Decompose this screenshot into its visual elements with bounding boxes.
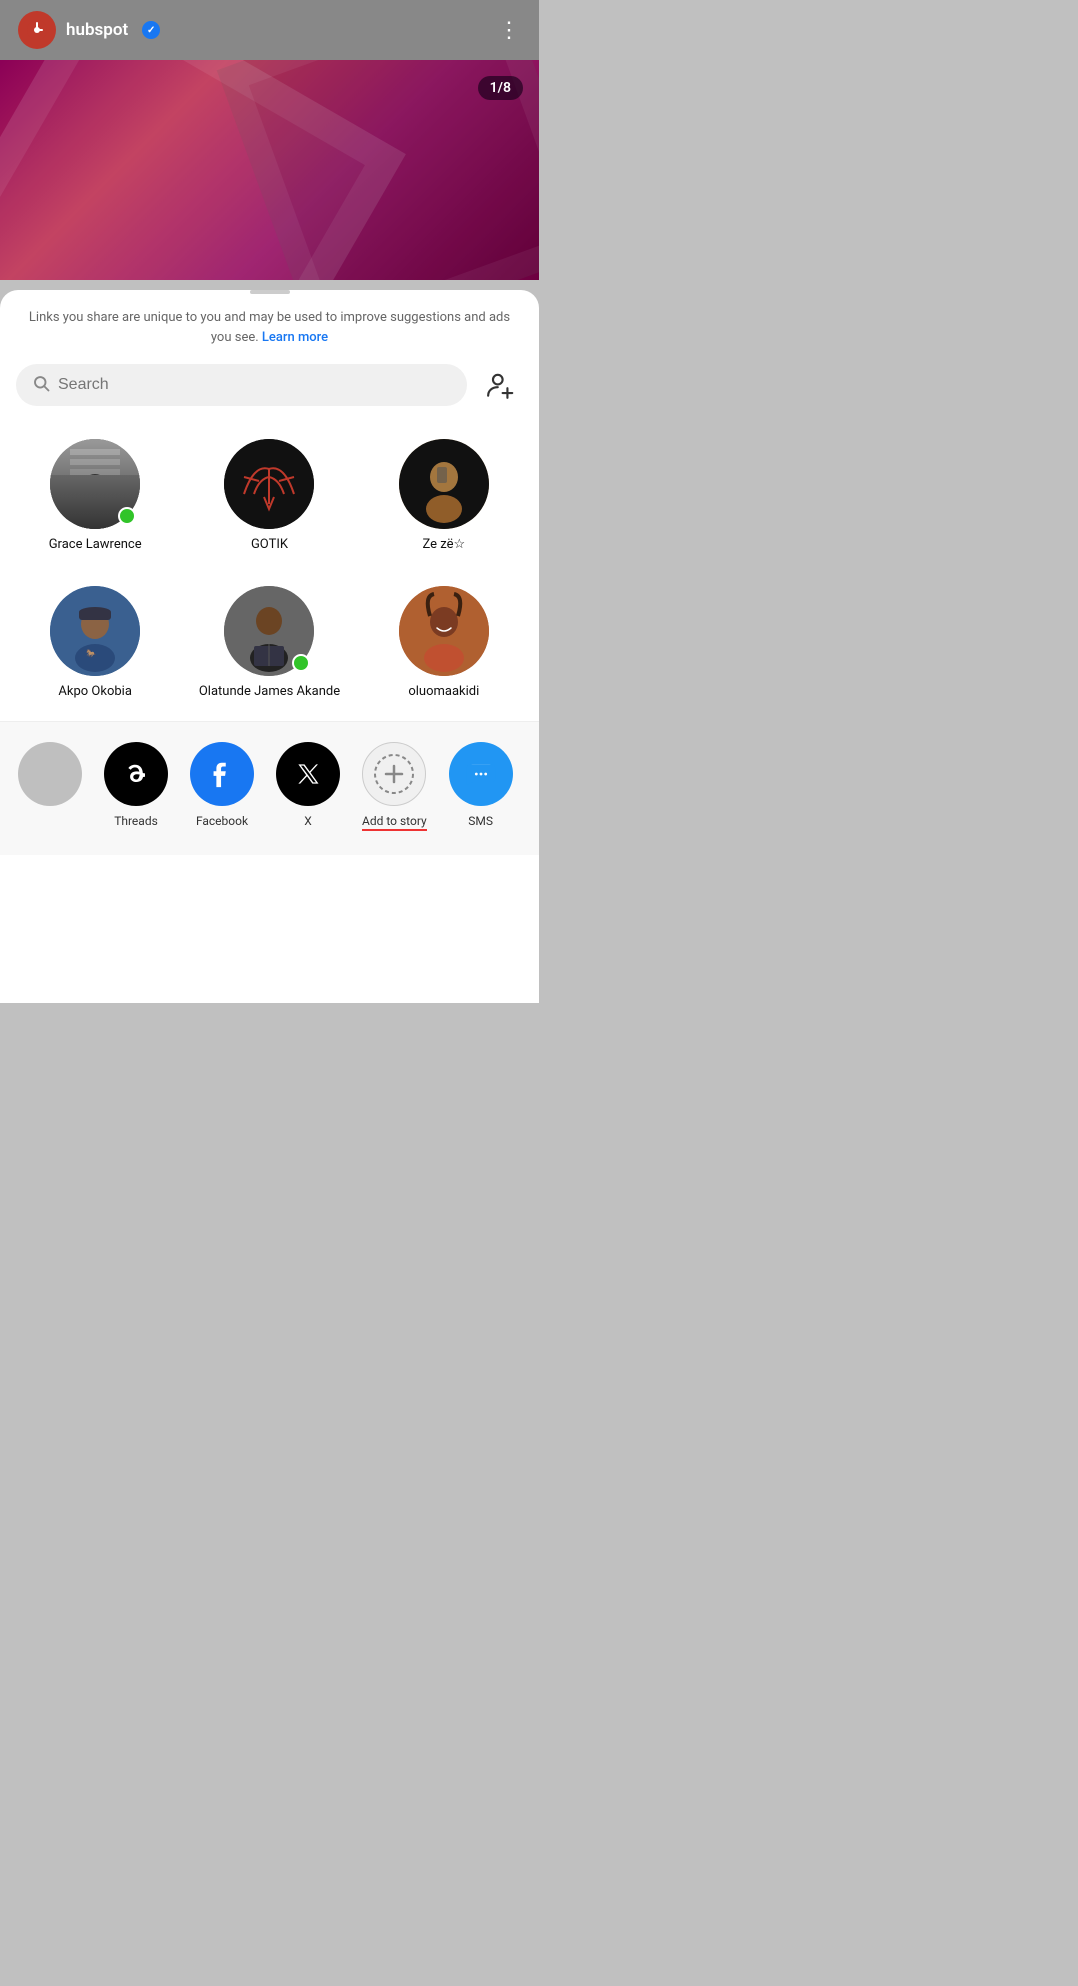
contact-avatar-wrapper	[224, 586, 314, 676]
brand-name: hubspot	[66, 20, 128, 40]
contact-name: Akpo Okobia	[58, 684, 132, 701]
share-label: Add to story	[362, 814, 427, 831]
facebook-icon	[190, 742, 254, 806]
brand-avatar[interactable]	[18, 11, 56, 49]
search-icon	[32, 374, 50, 396]
brand-section: hubspot	[18, 11, 160, 49]
contact-name: Grace Lawrence	[49, 537, 142, 554]
contact-item[interactable]: Olatunde James Akande	[182, 574, 356, 721]
share-label: Facebook	[196, 814, 248, 828]
contact-avatar	[399, 439, 489, 529]
contact-name: Ze zë☆	[422, 537, 465, 554]
contact-item[interactable]: oluomaakidi	[357, 574, 531, 721]
learn-more-link[interactable]: Learn more	[262, 330, 328, 345]
search-row	[0, 363, 539, 427]
contact-avatar	[399, 586, 489, 676]
contact-name: oluomaakidi	[408, 684, 479, 701]
contact-avatar-wrapper	[50, 439, 140, 529]
share-item-add-to-story[interactable]: Add to story	[354, 738, 435, 835]
share-row: Threads Facebook X	[0, 738, 539, 835]
online-indicator	[292, 654, 310, 672]
top-bar: hubspot ⋮	[0, 0, 539, 60]
share-item-facebook[interactable]: Facebook	[182, 738, 262, 832]
contact-avatar-wrapper	[399, 439, 489, 529]
menu-icon[interactable]: ⋮	[498, 18, 521, 43]
contact-avatar-wrapper	[224, 439, 314, 529]
share-row-container: Threads Facebook X	[0, 721, 539, 855]
contact-avatar: 🐎	[50, 586, 140, 676]
contact-name: Olatunde James Akande	[199, 684, 340, 701]
contact-avatar-wrapper: 🐎	[50, 586, 140, 676]
share-item-sms[interactable]: SMS	[441, 738, 521, 832]
contact-avatar	[224, 439, 314, 529]
svg-text:🐎: 🐎	[86, 649, 96, 658]
contact-item[interactable]: GOTIK	[182, 427, 356, 574]
contact-avatar-wrapper	[399, 586, 489, 676]
share-item-x[interactable]: X	[268, 738, 348, 832]
contact-item[interactable]: Ze zë☆	[357, 427, 531, 574]
share-label: X	[304, 814, 312, 828]
share-label: SMS	[468, 814, 493, 828]
privacy-notice: Links you share are unique to you and ma…	[0, 308, 539, 363]
share-item-partial[interactable]	[10, 738, 90, 810]
contact-item[interactable]: Grace Lawrence	[8, 427, 182, 574]
share-item-threads[interactable]: Threads	[96, 738, 176, 832]
slide-counter: 1/8	[478, 76, 523, 100]
hero-image: 1/8	[0, 60, 539, 280]
search-input[interactable]	[58, 376, 451, 394]
drag-handle[interactable]	[250, 290, 290, 294]
sms-icon	[449, 742, 513, 806]
x-icon	[276, 742, 340, 806]
share-label: Threads	[114, 814, 158, 828]
bottom-sheet: Links you share are unique to you and ma…	[0, 290, 539, 1003]
contacts-grid: Grace Lawrence	[0, 427, 539, 721]
add-to-story-icon	[362, 742, 426, 806]
add-friend-button[interactable]	[479, 363, 523, 407]
contact-name: GOTIK	[251, 537, 288, 554]
contact-item[interactable]: 🐎 Akpo Okobia	[8, 574, 182, 721]
threads-icon	[104, 742, 168, 806]
search-wrapper[interactable]	[16, 364, 467, 406]
verified-icon	[142, 21, 160, 39]
